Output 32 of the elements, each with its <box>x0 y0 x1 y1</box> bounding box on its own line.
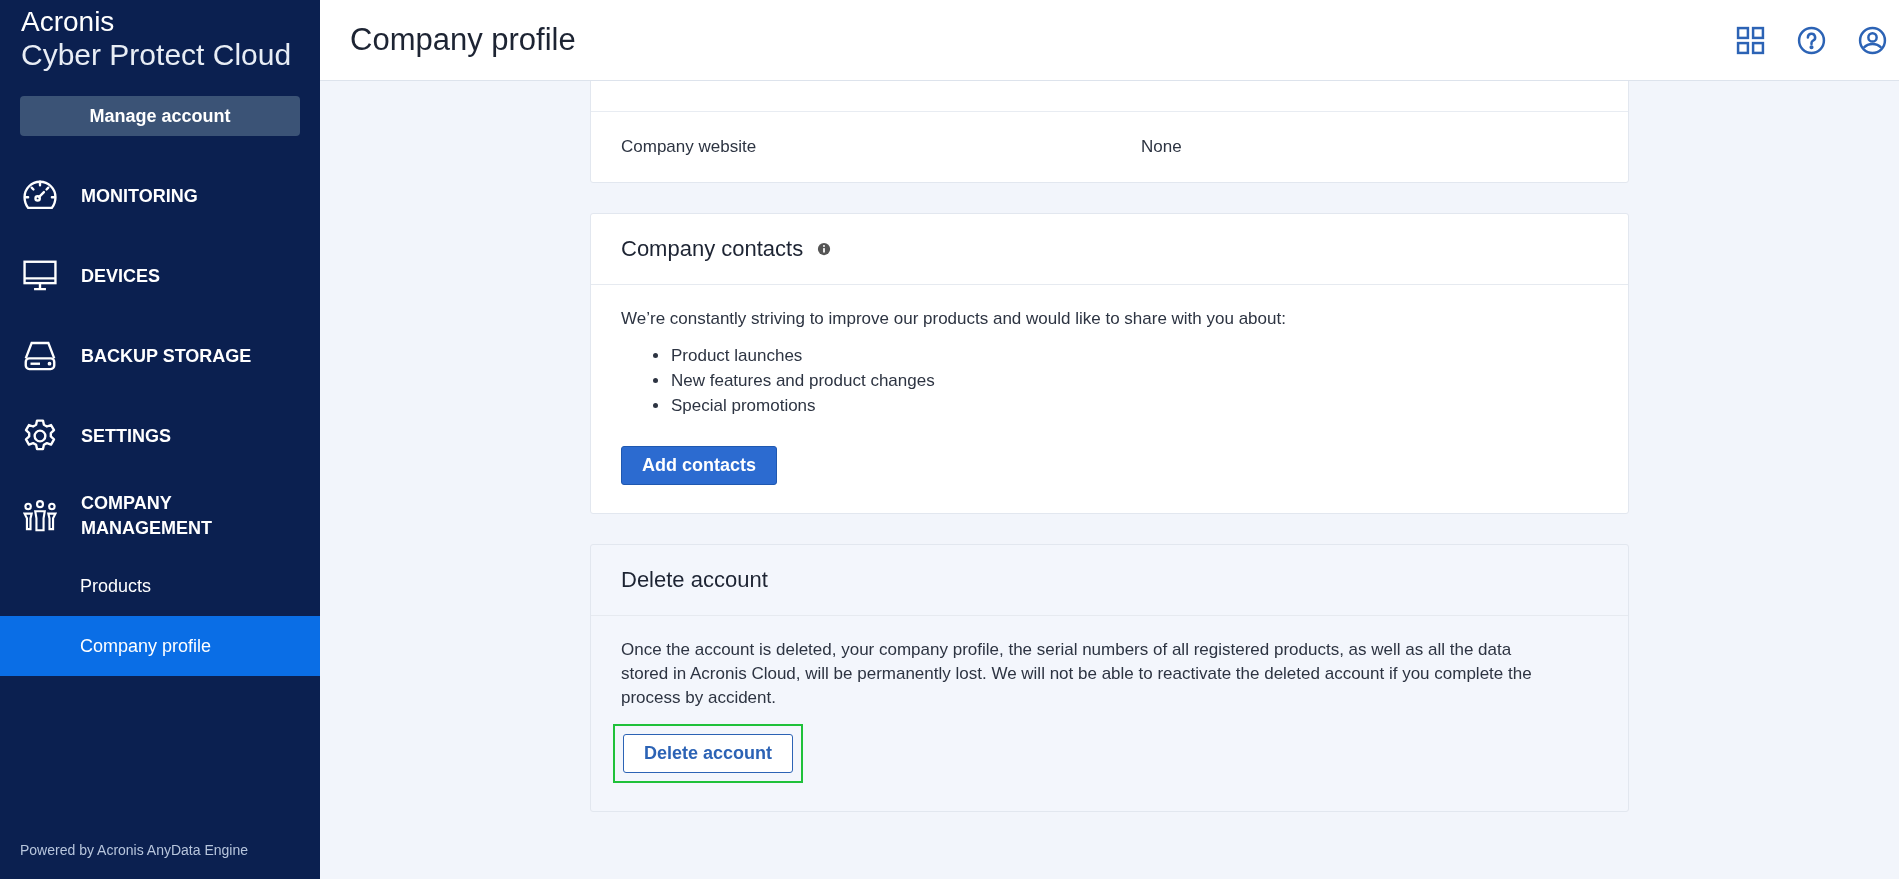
manage-account-button[interactable]: Manage account <box>20 96 300 136</box>
nav-label: DEVICES <box>81 264 162 288</box>
nav-item[interactable]: COMPANY MANAGEMENT <box>0 476 320 556</box>
delete-warning-text: Once the account is deleted, your company profile, the serial numbers of all registered products, as well as all the data stored in Acronis Cloud, will be permanently lost. We will not be able to reactivate the deleted account if you complete the process by accident. <box>621 639 1533 709</box>
product-name: Cyber Protect Cloud <box>21 38 293 72</box>
apps-grid-icon[interactable] <box>1736 25 1765 55</box>
nav-item[interactable]: BACKUP STORAGE <box>0 316 320 396</box>
bullet-item: New features and product changes <box>653 368 1598 393</box>
nav-item[interactable]: DEVICES <box>0 236 320 316</box>
page-title: Company profile <box>350 22 577 58</box>
brand-logo: Acronis <box>21 6 116 38</box>
bullet-item: Special promotions <box>653 393 1598 418</box>
nav-label: COMPANY MANAGEMENT <box>81 492 213 540</box>
add-contacts-button[interactable]: Add contacts <box>621 446 777 485</box>
info-icon[interactable] <box>817 242 832 256</box>
nav-item[interactable]: MONITORING <box>0 156 320 236</box>
nav-subitem[interactable]: Products <box>0 556 320 616</box>
field-value: None <box>1141 137 1182 157</box>
bullet-item: Product launches <box>653 343 1598 368</box>
card-title: Company contacts <box>621 236 804 262</box>
contacts-description: We’re constantly striving to improve our products and would like to share with you about: <box>621 308 1287 330</box>
delete-account-button[interactable]: Delete account <box>623 734 794 773</box>
card-title: Delete account <box>621 567 768 593</box>
help-icon[interactable] <box>1797 25 1826 55</box>
powered-by-text: Powered by Acronis AnyData Engine <box>19 842 250 860</box>
user-account-icon[interactable] <box>1858 25 1887 55</box>
nav-label: SETTINGS <box>81 424 172 448</box>
nav-item[interactable]: SETTINGS <box>0 396 320 476</box>
nav-label: BACKUP STORAGE <box>81 344 253 368</box>
field-label: Company website <box>621 137 758 157</box>
nav-label: MONITORING <box>81 184 199 208</box>
nav-subitem[interactable]: Company profile <box>0 616 320 676</box>
